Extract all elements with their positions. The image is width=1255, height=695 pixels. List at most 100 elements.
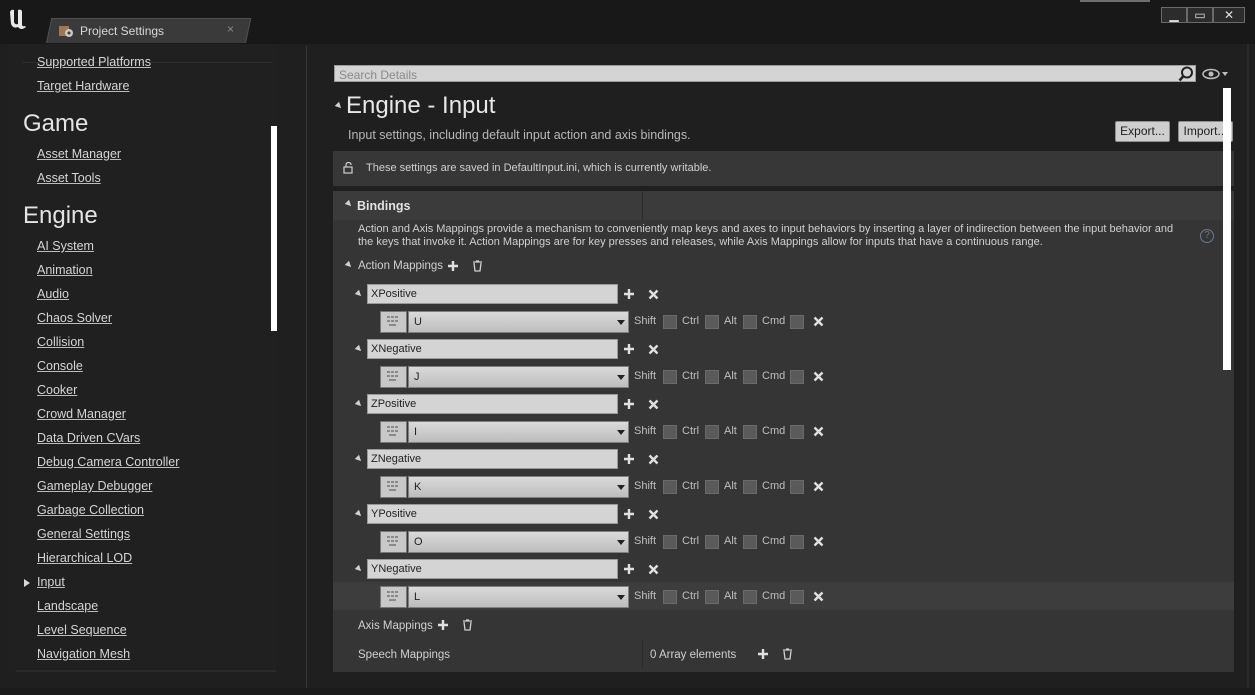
alt-checkbox[interactable] [743, 315, 757, 329]
add-key-plus-icon[interactable] [623, 343, 635, 355]
visibility-eye-icon[interactable] [1202, 68, 1228, 80]
alt-checkbox[interactable] [743, 590, 757, 604]
sidebar-item-debug-camera-controller[interactable]: Debug Camera Controller [37, 455, 179, 469]
key-dropdown-xnegative[interactable]: J [408, 366, 629, 388]
add-axis-mapping-plus-icon[interactable] [437, 619, 449, 631]
export-button[interactable]: Export... [1115, 121, 1170, 142]
mapping-name-field-xnegative[interactable]: XNegative [367, 339, 618, 359]
key-selector-keyboard-icon[interactable] [380, 531, 407, 553]
sidebar-item-supported-platforms[interactable]: Supported Platforms [37, 55, 151, 69]
maximize-button[interactable]: ▭ [1187, 7, 1213, 23]
ctrl-checkbox[interactable] [705, 315, 719, 329]
sidebar-item-target-hardware[interactable]: Target Hardware [37, 79, 129, 93]
close-button[interactable]: ✕ [1213, 7, 1245, 23]
alt-checkbox[interactable] [743, 480, 757, 494]
clear-speech-mappings-trash-icon[interactable] [782, 648, 793, 660]
mapping-name-field-ypositive[interactable]: YPositive [367, 504, 618, 524]
key-dropdown-ypositive[interactable]: O [408, 531, 629, 553]
cmd-checkbox[interactable] [790, 425, 804, 439]
clear-action-mappings-trash-icon[interactable] [472, 260, 483, 272]
sidebar-item-hierarchical-lod[interactable]: Hierarchical LOD [37, 551, 132, 565]
remove-mapping-x-icon[interactable] [648, 289, 659, 300]
ctrl-checkbox[interactable] [705, 590, 719, 604]
alt-checkbox[interactable] [743, 370, 757, 384]
section-collapse-icon[interactable] [334, 101, 344, 111]
sidebar-item-gameplay-debugger[interactable]: Gameplay Debugger [37, 479, 152, 493]
sidebar-item-asset-tools[interactable]: Asset Tools [37, 171, 101, 185]
sidebar-item-data-driven-cvars[interactable]: Data Driven CVars [37, 431, 140, 445]
mapping-name-field-ynegative[interactable]: YNegative [367, 559, 618, 579]
key-dropdown-ynegative[interactable]: L [408, 586, 629, 608]
remove-mapping-x-icon[interactable] [648, 454, 659, 465]
add-key-plus-icon[interactable] [623, 508, 635, 520]
sidebar-item-crowd-manager[interactable]: Crowd Manager [37, 407, 126, 421]
remove-key-x-icon[interactable] [813, 481, 824, 492]
add-key-plus-icon[interactable] [623, 288, 635, 300]
add-key-plus-icon[interactable] [623, 453, 635, 465]
search-icon[interactable] [1178, 66, 1194, 82]
search-input[interactable] [335, 67, 1195, 83]
key-selector-keyboard-icon[interactable] [380, 476, 407, 498]
panel-divider[interactable] [306, 46, 307, 688]
remove-mapping-x-icon[interactable] [648, 344, 659, 355]
sidebar-item-landscape[interactable]: Landscape [37, 599, 98, 613]
key-selector-keyboard-icon[interactable] [380, 421, 407, 443]
key-dropdown-znegative[interactable]: K [408, 476, 629, 498]
add-action-mapping-plus-icon[interactable] [447, 260, 459, 272]
remove-key-x-icon[interactable] [813, 591, 824, 602]
alt-checkbox[interactable] [743, 425, 757, 439]
shift-checkbox[interactable] [663, 315, 677, 329]
clear-axis-mappings-trash-icon[interactable] [462, 619, 473, 631]
key-selector-keyboard-icon[interactable] [380, 586, 407, 608]
remove-key-x-icon[interactable] [813, 426, 824, 437]
help-icon[interactable]: ? [1200, 229, 1214, 243]
sidebar-item-console[interactable]: Console [37, 359, 83, 373]
remove-key-x-icon[interactable] [813, 536, 824, 547]
cmd-checkbox[interactable] [790, 480, 804, 494]
cmd-checkbox[interactable] [790, 590, 804, 604]
alt-checkbox[interactable] [743, 535, 757, 549]
sidebar-item-general-settings[interactable]: General Settings [37, 527, 130, 541]
add-key-plus-icon[interactable] [623, 563, 635, 575]
tab-project-settings[interactable]: Project Settings × [56, 18, 242, 43]
ctrl-checkbox[interactable] [705, 370, 719, 384]
ctrl-checkbox[interactable] [705, 535, 719, 549]
sidebar-scrollbar[interactable] [271, 126, 277, 331]
mapping-name-field-zpositive[interactable]: ZPositive [367, 394, 618, 414]
sidebar-item-animation[interactable]: Animation [37, 263, 93, 277]
key-dropdown-xpositive[interactable]: U [408, 311, 629, 333]
sidebar-item-garbage-collection[interactable]: Garbage Collection [37, 503, 144, 517]
column-splitter[interactable] [642, 191, 643, 220]
sidebar-item-asset-manager[interactable]: Asset Manager [37, 147, 121, 161]
remove-key-x-icon[interactable] [813, 316, 824, 327]
sidebar-item-level-sequence[interactable]: Level Sequence [37, 623, 127, 637]
minimize-button[interactable]: ▁ [1161, 7, 1187, 23]
sidebar-item-cooker[interactable]: Cooker [37, 383, 77, 397]
tab-close-icon[interactable]: × [227, 22, 234, 36]
remove-key-x-icon[interactable] [813, 371, 824, 382]
remove-mapping-x-icon[interactable] [648, 564, 659, 575]
remove-mapping-x-icon[interactable] [648, 509, 659, 520]
key-selector-keyboard-icon[interactable] [380, 311, 407, 333]
details-scrollbar[interactable] [1223, 88, 1231, 370]
sidebar-item-audio[interactable]: Audio [37, 287, 69, 301]
sidebar-item-navigation-mesh[interactable]: Navigation Mesh [37, 647, 130, 661]
shift-checkbox[interactable] [663, 480, 677, 494]
cmd-checkbox[interactable] [790, 315, 804, 329]
sidebar-item-chaos-solver[interactable]: Chaos Solver [37, 311, 112, 325]
remove-mapping-x-icon[interactable] [648, 399, 659, 410]
key-dropdown-zpositive[interactable]: I [408, 421, 629, 443]
cmd-checkbox[interactable] [790, 535, 804, 549]
shift-checkbox[interactable] [663, 535, 677, 549]
ctrl-checkbox[interactable] [705, 425, 719, 439]
add-key-plus-icon[interactable] [623, 398, 635, 410]
speech-column-splitter[interactable] [642, 640, 643, 668]
add-speech-mapping-plus-icon[interactable] [757, 648, 769, 660]
shift-checkbox[interactable] [663, 590, 677, 604]
sidebar-item-collision[interactable]: Collision [37, 335, 84, 349]
mapping-name-field-znegative[interactable]: ZNegative [367, 449, 618, 469]
cmd-checkbox[interactable] [790, 370, 804, 384]
mapping-name-field-xpositive[interactable]: XPositive [367, 284, 618, 304]
sidebar-item-ai-system[interactable]: AI System [37, 239, 94, 253]
key-selector-keyboard-icon[interactable] [380, 366, 407, 388]
